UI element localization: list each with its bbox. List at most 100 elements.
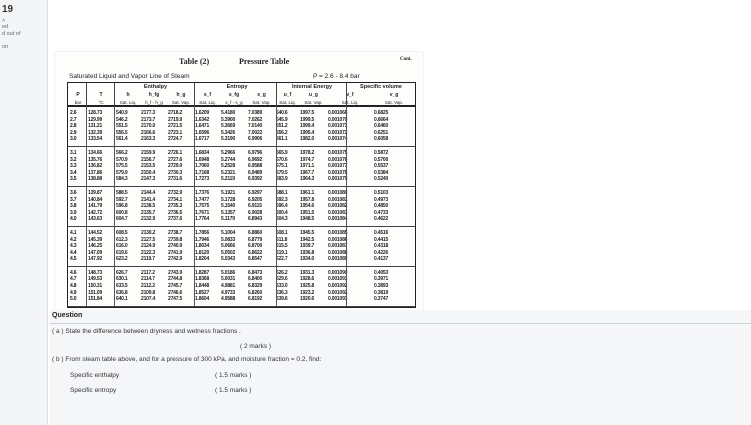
table-cell: 0.001079 <box>328 176 348 183</box>
table-cell: 570.6 <box>276 156 288 163</box>
table-cell: 0.5700 <box>374 156 389 163</box>
table-cell: 2122.3 <box>141 249 156 256</box>
table-cell: 5.0502 <box>221 249 236 256</box>
table-cell: 629.6 <box>276 276 288 283</box>
question-part-a: ( a ) State the difference between dryne… <box>52 328 241 335</box>
table-cell: 619.6 <box>116 249 128 256</box>
question-title: Question <box>52 312 83 319</box>
table-cell: 2138.5 <box>141 203 156 210</box>
table-cell: 540.6 <box>276 110 288 116</box>
column-symbol: s_fg <box>228 92 240 98</box>
table-cell: 1931.3 <box>300 269 315 276</box>
table-cell: 142.72 <box>88 209 103 216</box>
sidebar-label-flag[interactable]: on <box>2 44 8 50</box>
table-cell: 1948.5 <box>300 216 315 223</box>
table-cell: 151.84 <box>88 296 103 303</box>
table-cell: 1951.5 <box>300 209 315 216</box>
table-cell: 3.8 <box>70 203 77 210</box>
table-cell: 0.001093 <box>328 296 348 303</box>
table-row: 4.7 149.53 630.1 2114.7 2744.8 1.8368 5.0031 6.… <box>68 276 415 283</box>
table-cell: 1.8120 <box>195 249 210 256</box>
table-row-group: 3.6 139.87 588.5 2144.4 2732.9 1.7376 5.1921 6.… <box>68 186 415 227</box>
table-row: 5.0 151.84 640.1 2107.4 2747.5 1.8604 4.9588 6.… <box>68 296 415 303</box>
table-cell: 1.7376 <box>195 189 210 196</box>
table-cell: 1954.6 <box>300 203 315 210</box>
table-row: 3.6 139.87 588.5 2144.4 2732.9 1.7376 5.1921 6.… <box>68 190 415 197</box>
table-cell: 1.7671 <box>195 209 210 216</box>
table-cell: 2124.9 <box>141 243 156 250</box>
table-cell: 556.2 <box>276 129 288 136</box>
table-cell: 619.1 <box>276 249 288 256</box>
table-cell: 6.9692 <box>248 156 263 163</box>
column-symbol: s_g <box>257 92 266 98</box>
table-cell: 592.3 <box>276 196 288 203</box>
table-cell: 2739.8 <box>168 236 183 243</box>
table-cell: 5.1004 <box>221 229 236 236</box>
table-cell: 0.5872 <box>374 149 389 156</box>
table-cell: 2150.4 <box>141 169 156 176</box>
table-cell: 1.6834 <box>195 149 210 156</box>
table-cell: 2141.4 <box>141 196 156 203</box>
table-cell: 545.9 <box>276 116 288 123</box>
question-panel: Question ( a ) State the difference betw… <box>50 310 751 425</box>
column-unit: °C <box>98 100 104 105</box>
table-cell: 0.001078 <box>328 169 348 176</box>
table-cell: 1.7575 <box>195 203 210 210</box>
group-entropy: Entropy <box>226 84 248 90</box>
table-cell: 1.7946 <box>195 236 210 243</box>
table-cell: 1939.7 <box>300 243 315 250</box>
column-divider <box>194 146 195 186</box>
column-divider <box>194 186 195 226</box>
table-cell: 583.9 <box>276 176 288 183</box>
steam-table-image: Table (2) Pressure Table Cont. Saturated… <box>55 52 423 310</box>
table-cell: 579.9 <box>116 169 128 176</box>
table-cell: 128.73 <box>88 110 103 116</box>
table-cell: 3.3 <box>70 163 77 170</box>
column-divider <box>194 107 195 146</box>
header-divider <box>86 83 87 107</box>
table-cell: 1945.5 <box>300 229 315 236</box>
table-cell: 0.4622 <box>374 216 389 223</box>
table-row: 4.0 143.63 604.7 2132.9 2737.6 1.7764 5.1179 6.… <box>68 216 415 223</box>
table-cell: 1.7764 <box>195 216 210 223</box>
table-cell: 546.2 <box>116 116 128 123</box>
table-cell: 6.8473 <box>248 269 263 276</box>
table-cell: 136.82 <box>88 163 103 170</box>
table-cell: 6.8860 <box>248 229 263 236</box>
table-cell: 0.6825 <box>374 110 389 116</box>
table-cell: 143.63 <box>88 216 103 223</box>
table-row-group: 3.1 134.66 566.2 2159.9 2726.1 1.6834 5.2966 6.… <box>68 146 415 187</box>
cont-label: Cont. <box>400 57 412 62</box>
table-cell: 6.9489 <box>248 169 263 176</box>
table-cell: 633.0 <box>276 283 288 290</box>
table-cell: 5.1921 <box>221 189 236 196</box>
table-cell: 0.4318 <box>374 243 389 250</box>
table-cell: 129.99 <box>88 116 103 123</box>
table-cell: 6.8622 <box>248 249 263 256</box>
table-cell: 1.8368 <box>195 276 210 283</box>
column-unit: Sat. Liq. <box>119 100 137 105</box>
table-cell: 0.001076 <box>328 156 348 163</box>
table-cell: 2741.9 <box>168 249 183 256</box>
column-unit: Sat. Liq. <box>199 100 216 105</box>
column-unit: Sat. Vap. <box>252 100 271 105</box>
table-cell: 5.3900 <box>221 116 236 123</box>
item-entropy-label: Specific entropy <box>70 387 117 394</box>
table-cell: 2745.7 <box>168 283 183 290</box>
group-enthalpy: Enthalpy <box>143 84 168 90</box>
table-cell: 584.3 <box>116 176 128 183</box>
table-body: 2.6 128.73 540.9 2177.3 2718.2 1.6209 5.4180 7.… <box>67 107 416 308</box>
table-cell: 149.53 <box>88 276 103 283</box>
table-cell: 132.39 <box>88 129 103 136</box>
table-cell: 1957.8 <box>300 196 315 203</box>
table-cell: 0.001084 <box>328 216 348 223</box>
table-cell: 6.8192 <box>248 296 263 303</box>
column-divider <box>86 186 87 226</box>
table-cell: 7.0140 <box>248 123 263 130</box>
table-header: Enthalpy Entropy Internal Energy Specifi… <box>67 82 416 107</box>
table-cell: 4.5 <box>70 256 77 263</box>
table-cell: 1997.5 <box>300 110 315 116</box>
header-divider <box>194 83 195 107</box>
table-cell: 1967.7 <box>300 169 315 176</box>
header-divider <box>276 83 277 107</box>
